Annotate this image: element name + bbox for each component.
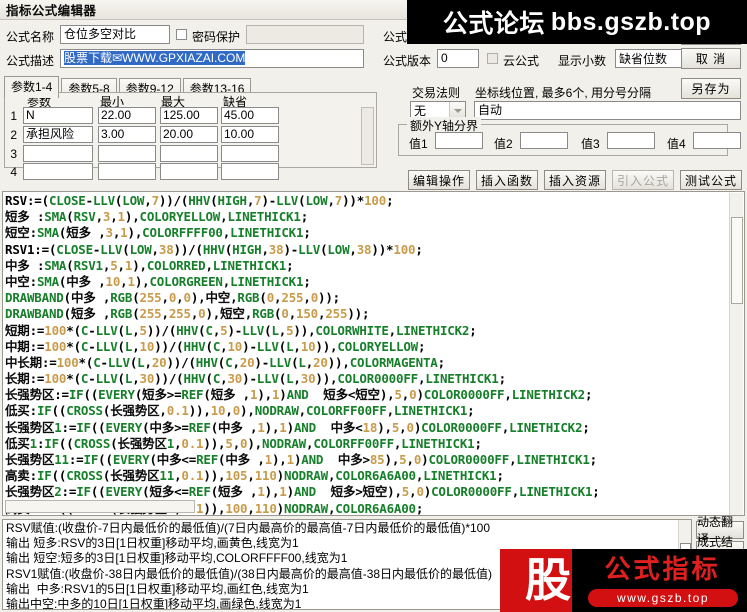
param-row-index: 3 (10, 147, 17, 161)
code-editor-vertical-scrollbar[interactable] (729, 193, 743, 515)
y-value1-label: 值1 (409, 137, 428, 151)
formula-desc-selected-text: 股票下载✉WWW.GPXIAZAI.COM (64, 51, 246, 65)
cloud-formula-checkbox[interactable] (487, 53, 498, 64)
y-value4-input[interactable] (693, 132, 741, 149)
watermark-bottom-title: 公式指标 (604, 554, 721, 584)
param-max-input[interactable]: 125.00 (160, 107, 218, 124)
code-line: 长强势区2:=IF((EVERY(短多<=REF(短多 ,1),1)AND 短多… (5, 484, 600, 500)
output-line: RSV1赋值:(收盘价-38日内最低价的最低值)/(38日内最高价的最高值-38… (6, 566, 493, 581)
formula-name-label: 公式名称 (6, 30, 55, 44)
test-formula-button[interactable]: 测试公式 (680, 170, 742, 190)
import-formula-button: 引入公式 (612, 170, 674, 190)
password-protect-checkbox[interactable] (176, 29, 187, 40)
formula-version-label: 公式版本 (383, 54, 432, 68)
code-line: 中多 :SMA(RSV1,5,1),COLORRED,LINETHICK1; (5, 257, 294, 273)
code-line: 短多 :SMA(RSV,3,1),COLORYELLOW,LINETHICK1; (5, 209, 309, 225)
coord-line-label: 坐标线位置, 最多6个, 用分号分隔 (475, 86, 652, 100)
param-default-input[interactable] (221, 145, 279, 162)
code-line: 短空:SMA(短多 ,3,1),COLORFFFF00,LINETHICK1; (5, 225, 311, 241)
y-value2-label: 值2 (494, 137, 513, 151)
code-line: 短期:=100*(C-LLV(L,5))/(HHV(C,5)-LLV(L,5))… (5, 322, 477, 338)
code-editor-horizontal-scrollbar[interactable] (5, 500, 195, 513)
y-value2-input[interactable] (520, 132, 568, 149)
cloud-formula-label: 云公式 (503, 54, 540, 68)
code-line: 中期:=100*(C-LLV(L,10))/(HHV(C,10)-LLV(L,1… (5, 338, 426, 354)
extra-y-axis-group: 额外Y轴分界 值1 值2 值3 值4 (398, 117, 741, 156)
edit-operations-button[interactable]: 编辑操作 (408, 170, 470, 190)
parameter-table: 参数 最小 最大 缺省 1 N 22.00 125.00 45.00 2 承担风… (4, 92, 377, 180)
code-editor-text[interactable]: RSV:=(CLOSE-LLV(LOW,7))/(HHV(HIGH,7)-LLV… (5, 193, 728, 517)
param-row-index: 2 (10, 128, 17, 142)
indicator-formula-editor-window: 指标公式编辑器 公式名称 仓位多空对比 密码保护 公式类型 其他类型 确 定 公… (0, 0, 747, 612)
output-line: RSV赋值:(收盘价-7日内最低价的最低值)/(7日内最高价的最高值-7日内最低… (6, 521, 491, 535)
watermark-bull-glyph: 股 (525, 553, 571, 607)
y-value3-input[interactable] (607, 132, 655, 149)
watermark-bottom-url: www.gszb.top (588, 589, 738, 607)
password-protect-label: 密码保护 (192, 30, 241, 44)
insert-function-button[interactable]: 插入函数 (476, 170, 538, 190)
output-line: 输出 短空:短多的3日[1日权重]移动平均,COLORFFFF00,线宽为1 (6, 551, 348, 566)
code-line: 中长期:=100*(C-LLV(L,20))/(HHV(C,20)-LLV(L,… (5, 354, 445, 370)
param-default-input[interactable]: 45.00 (221, 107, 279, 124)
scrollbar-thumb[interactable] (731, 217, 743, 304)
watermark-bottom-banner: 股 公式指标 www.gszb.top (500, 549, 747, 612)
code-line: RSV1:=(CLOSE-LLV(LOW,38))/(HHV(HIGH,38)-… (5, 241, 423, 257)
y-value4-label: 值4 (667, 137, 686, 151)
show-decimals-label: 显示小数 (558, 54, 607, 68)
code-line: 低买1:IF((CROSS(长强势区1,0.1)),5,0),NODRAW,CO… (5, 435, 482, 451)
code-line: 长强势区11:=IF((EVERY(中多<=REF(中多 ,1),1)AND 中… (5, 452, 597, 467)
code-line: 长强势区:=IF((EVERY(短多>=REF(短多 ,1),1)AND 短多<… (5, 387, 593, 403)
watermark-top-url: bbs.gszb.top (550, 7, 712, 36)
y-value3-label: 值3 (581, 137, 600, 151)
code-line: 高卖:IF((CROSS(长强势区11,0.1)),105,110)NODRAW… (5, 468, 504, 484)
param-name-input[interactable] (23, 145, 93, 162)
formula-desc-label: 公式描述 (6, 54, 55, 68)
formula-name-input[interactable]: 仓位多空对比 (60, 25, 170, 44)
code-line: 长强势区1:=IF((EVERY(中多>=REF(中多 ,1),1)AND 中多… (5, 419, 590, 435)
formula-version-input[interactable]: 0 (437, 49, 479, 68)
param-name-input[interactable]: N (23, 107, 93, 124)
cancel-button[interactable]: 取 消 (681, 48, 741, 69)
code-editor[interactable]: RSV:=(CLOSE-LLV(LOW,7))/(HHV(HIGH,7)-LLV… (2, 191, 745, 516)
param-table-scrollbar[interactable] (361, 107, 374, 165)
save-as-button[interactable]: 另存为 (681, 78, 741, 99)
window-title: 指标公式编辑器 (6, 4, 97, 18)
output-line: 输出 短多:RSV的3日[1日权重]移动平均,画黄色,线宽为1 (6, 536, 299, 551)
y-value1-input[interactable] (435, 132, 483, 149)
param-row-index: 1 (10, 109, 17, 123)
translation-output-text: RSV赋值:(收盘价-7日内最低价的最低值)/(7日内最高价的最高值-7日内最低… (6, 521, 493, 610)
param-name-input[interactable]: 承担风险 (23, 126, 93, 143)
param-min-input[interactable]: 3.00 (98, 126, 156, 143)
watermark-top-forum-name: 公式论坛 (442, 10, 545, 38)
code-line: DRAWBAND(中多 ,RGB(255,0,0),中空,RGB(0,255,0… (5, 290, 340, 306)
param-min-input[interactable] (98, 163, 156, 180)
param-name-input[interactable] (23, 163, 93, 180)
param-max-input[interactable]: 20.00 (160, 126, 218, 143)
param-min-input[interactable] (98, 145, 156, 162)
watermark-top-banner: 公式论坛 bbs.gszb.top (407, 0, 747, 44)
decimals-value: 缺省位数 (619, 52, 668, 66)
trading-rule-label: 交易法则 (412, 86, 461, 100)
param-default-input[interactable] (221, 163, 279, 180)
code-line: DRAWBAND(短多 ,RGB(255,255,0),短空,RGB(0,150… (5, 306, 370, 322)
output-line: 输出 中多:RSV1的5日[1日权重]移动平均,画红色,线宽为1 (6, 581, 309, 596)
tab-params-1-4[interactable]: 参数1-4 (4, 76, 60, 98)
param-max-input[interactable] (160, 163, 218, 180)
formula-desc-input[interactable]: 股票下载✉WWW.GPXIAZAI.COM (60, 49, 364, 68)
code-line: 长期:=100*(C-LLV(L,30))/(HHV(C,30)-LLV(L,3… (5, 371, 506, 387)
password-input[interactable] (246, 25, 364, 44)
insert-resource-button[interactable]: 插入资源 (544, 170, 606, 190)
param-min-input[interactable]: 22.00 (98, 107, 156, 124)
code-line: 中空:SMA(中多 ,10,1),COLORGREEN,LINETHICK1; (5, 273, 311, 289)
code-line: 低买:IF((CROSS(长强势区,0.1)),10,0),NODRAW,COL… (5, 403, 475, 419)
param-row-index: 4 (10, 165, 17, 179)
param-max-input[interactable] (160, 145, 218, 162)
code-line: RSV:=(CLOSE-LLV(LOW,7))/(HHV(HIGH,7)-LLV… (5, 193, 394, 208)
output-line: 输出中空:中多的10日[1日权重]移动平均,画绿色,线宽为1 (6, 597, 302, 610)
param-default-input[interactable]: 10.00 (221, 126, 279, 143)
coord-line-input[interactable]: 自动 (474, 101, 741, 120)
